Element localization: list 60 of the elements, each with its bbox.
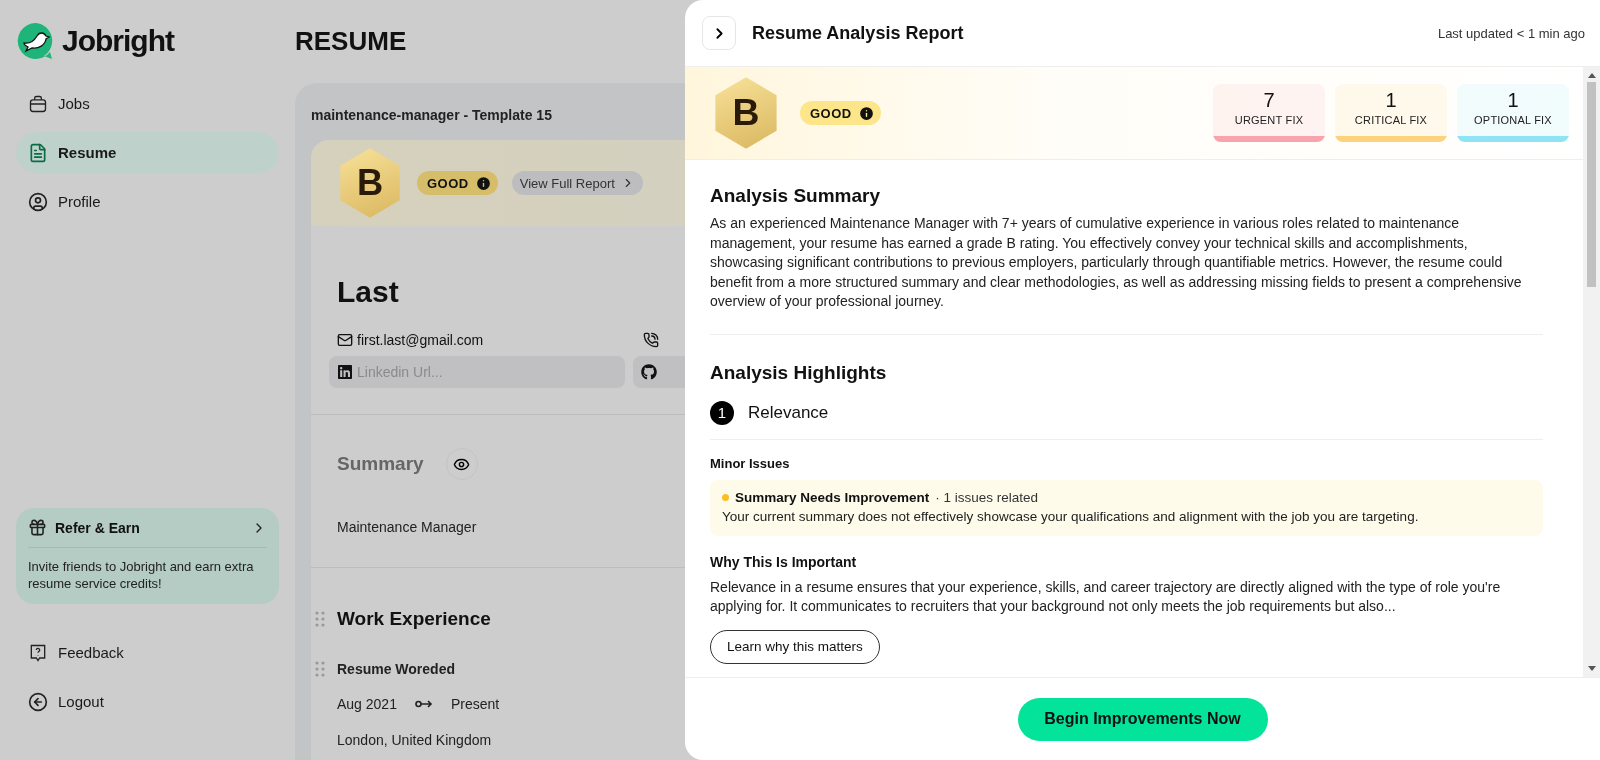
fix-label: OPTIONAL FIX bbox=[1474, 114, 1552, 126]
section-heading: Analysis Highlights bbox=[710, 360, 888, 385]
begin-improvements-button[interactable]: Begin Improvements Now bbox=[1017, 697, 1268, 741]
issue-meta: · 1 issues related bbox=[935, 488, 1039, 507]
number-badge: 1 bbox=[710, 400, 734, 425]
highlight-title: Relevance bbox=[748, 402, 829, 423]
gift-icon bbox=[28, 518, 47, 537]
refer-text: Invite friends to Jobright and earn extra resume service credits! bbox=[28, 558, 255, 592]
page-title: RESUME bbox=[295, 26, 407, 56]
location-text: London, United Kingdom bbox=[337, 732, 492, 748]
section-heading: Work Experience bbox=[337, 608, 491, 630]
why-paragraph: Relevance in a resume ensures that your experience, skills, and career trajectory are directly aligned with the type of role you're applying for. It communicates to recruiters that your background not only meets the job requirements but also... bbox=[710, 577, 1502, 616]
email-text: first.last@gmail.com bbox=[357, 332, 484, 348]
refer-title: Refer & Earn bbox=[55, 519, 141, 536]
phone-icon bbox=[643, 332, 660, 348]
status-dot bbox=[722, 493, 729, 501]
summary-paragraph: As an experienced Maintenance Manager with 7+ years of cumulative experience in various roles related to maintenance management, your resume has earned a grade B rating. You effectively convey your technical skills and accomplishments, showcasing significant contributions to previous employers, particularly through quantifiable metrics. However, the resume could benefit from a more structured summary and clear methodologies, as well as addressing missing fields to present a comprehensive overview of your professional journey. bbox=[710, 214, 1523, 311]
end-date: Present bbox=[450, 696, 500, 712]
nav-item[interactable]: Profile bbox=[16, 181, 279, 222]
resume-name: maintenance-manager - Template 15 bbox=[311, 106, 552, 125]
arrow-right-icon bbox=[414, 699, 433, 709]
company-name: Resume Woreded bbox=[337, 661, 455, 677]
nav-item[interactable]: Resume bbox=[16, 132, 279, 173]
fix-count: 1 bbox=[1507, 89, 1519, 111]
nav-item[interactable]: Feedback bbox=[16, 632, 279, 673]
report-title: Resume Analysis Report bbox=[752, 22, 965, 44]
summary-text: Maintenance Manager bbox=[337, 519, 477, 535]
help-icon bbox=[28, 642, 48, 663]
person-name: Last bbox=[337, 274, 399, 310]
document-icon bbox=[28, 142, 48, 163]
fix-count: 1 bbox=[1385, 89, 1397, 111]
updated-text: Last updated < 1 min ago bbox=[1437, 25, 1585, 41]
refer-card[interactable]: Refer & Earn Invite friends to Jobright and earn extra resume service credits! bbox=[16, 508, 279, 604]
info-icon[interactable] bbox=[474, 174, 492, 192]
github-icon bbox=[641, 364, 657, 380]
section-heading: Summary bbox=[337, 453, 424, 475]
nav-item[interactable]: Jobs bbox=[16, 83, 279, 124]
fix-label: URGENT FIX bbox=[1234, 114, 1304, 126]
learn-more-button[interactable]: Learn why this matters bbox=[710, 629, 880, 664]
collapse-button[interactable] bbox=[702, 16, 736, 50]
mail-icon bbox=[337, 332, 353, 348]
report-link[interactable]: View Full Report bbox=[511, 171, 643, 195]
user-icon bbox=[28, 191, 48, 212]
logo-text: Jobright bbox=[62, 24, 174, 58]
scrollbar[interactable] bbox=[1583, 67, 1600, 677]
linkedin-field[interactable]: Linkedin Url... bbox=[329, 356, 625, 388]
fix-count: 7 bbox=[1263, 89, 1275, 111]
issue-title: Summary Needs Improvement bbox=[735, 488, 930, 507]
logout-icon bbox=[28, 691, 48, 712]
briefcase-icon bbox=[28, 93, 48, 114]
issue-group-label: Minor Issues bbox=[710, 455, 791, 471]
rating-badge: GOOD bbox=[417, 171, 498, 195]
rating-badge: GOOD bbox=[800, 101, 881, 125]
nav-item[interactable]: Logout bbox=[16, 681, 279, 722]
start-date: Aug 2021 bbox=[337, 696, 397, 712]
issue-text: Your current summary does not effectively showcase your qualifications and alignment with the job you are targeting. bbox=[722, 507, 1420, 526]
linkedin-icon bbox=[337, 364, 353, 380]
section-heading: Analysis Summary bbox=[710, 184, 882, 208]
subheading: Why This Is Important bbox=[710, 553, 858, 570]
fix-label: CRITICAL FIX bbox=[1354, 114, 1428, 126]
